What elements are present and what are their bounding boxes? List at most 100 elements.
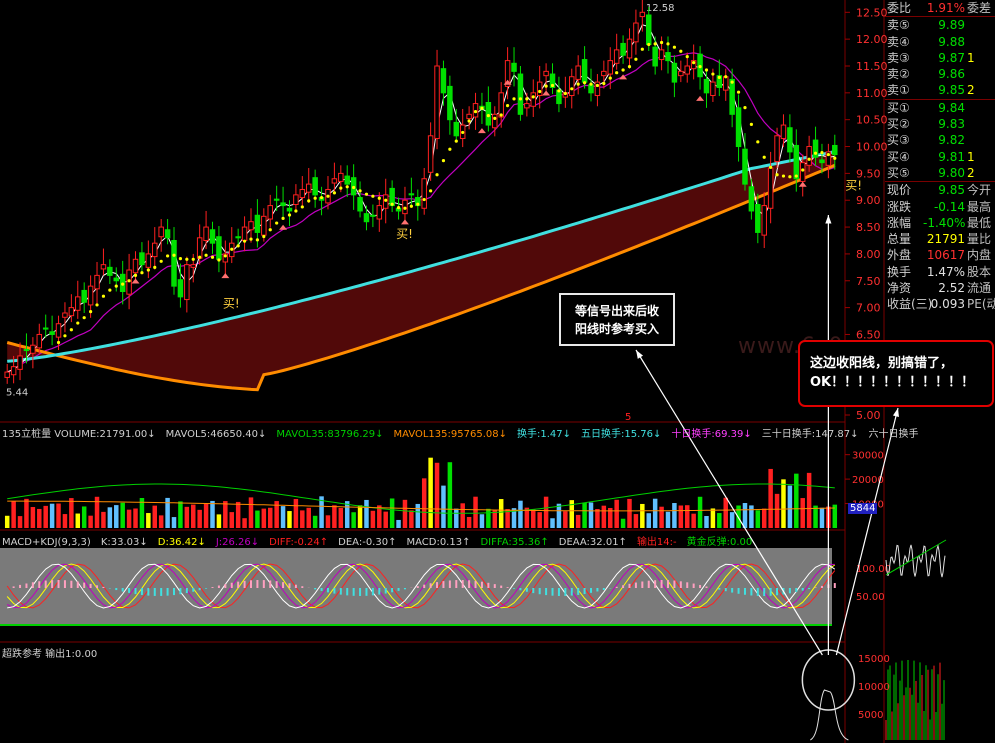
- volume-bar: [255, 510, 260, 528]
- candle-body: [684, 65, 690, 75]
- volume-bar: [126, 509, 132, 528]
- volume-bar: [261, 508, 267, 528]
- ma-dot: [198, 255, 202, 259]
- volume-bar: [293, 499, 299, 528]
- ma-dot: [711, 72, 715, 76]
- volume-bar: [364, 499, 369, 528]
- macd-histogram-bar: [416, 586, 419, 588]
- ma-dot: [506, 103, 510, 108]
- ma-dot: [550, 83, 555, 88]
- candle-body: [453, 121, 460, 137]
- macd-histogram-bar: [359, 588, 362, 596]
- quote-row: 买① 9.84: [885, 100, 995, 116]
- candle-body: [273, 198, 280, 201]
- ma-dot: [377, 196, 381, 200]
- macd-histogram-bar: [76, 581, 79, 588]
- quote-row: 换手 1.47% 股本: [885, 264, 995, 280]
- ma-dot: [319, 195, 324, 200]
- quote-label: 买③: [887, 133, 910, 148]
- quote-value: 10617: [926, 248, 965, 263]
- candle-body: [678, 70, 684, 77]
- candle-body: [196, 237, 203, 259]
- price-tick-label: 5.00: [856, 409, 881, 422]
- volume-bar: [819, 507, 825, 528]
- ma-dot: [416, 202, 420, 206]
- macd-histogram-bar: [538, 588, 541, 595]
- candle-body: [75, 296, 81, 311]
- candle-body: [601, 70, 607, 77]
- macd-histogram-bar: [814, 587, 817, 588]
- candle-body: [267, 205, 273, 220]
- candle-body: [761, 205, 767, 236]
- candle-body: [81, 289, 87, 303]
- macd-histogram-bar: [480, 581, 483, 588]
- quote-label: 买①: [887, 100, 910, 115]
- ma-dot: [89, 310, 93, 314]
- volume-bar: [178, 501, 183, 528]
- indicator-value: MACD+KDJ(9,3,3): [2, 537, 91, 548]
- ma-dot: [724, 75, 728, 79]
- macd-histogram-bar: [442, 581, 445, 588]
- macd-histogram-bar: [166, 588, 169, 596]
- buy-arrow-icon: [477, 128, 486, 134]
- candle-body: [312, 177, 318, 196]
- candle-body: [492, 113, 498, 129]
- volume-tick-label: 30000: [852, 451, 884, 462]
- macd-histogram-bar: [314, 588, 317, 590]
- macd-histogram-bar: [615, 586, 618, 588]
- ma-dot: [114, 284, 118, 288]
- ma-dot: [223, 254, 227, 258]
- ma-dot: [422, 197, 426, 202]
- candle-body: [30, 344, 36, 354]
- macd-histogram-bar: [352, 588, 355, 596]
- macd-histogram-bar: [487, 582, 490, 588]
- macd-histogram-bar: [519, 588, 522, 591]
- ma-dot: [371, 194, 375, 198]
- quote-extra: 流通: [967, 281, 992, 296]
- macd-histogram-bar: [429, 583, 432, 588]
- volume-bar: [370, 510, 376, 528]
- quote-value: 1.91%: [926, 1, 965, 15]
- candle-body: [17, 355, 23, 370]
- ma-dot: [217, 258, 221, 262]
- macd-histogram-bar: [461, 580, 464, 588]
- volume-bar: [242, 518, 247, 528]
- ma-dot: [557, 89, 561, 93]
- volume-bar: [441, 485, 446, 528]
- macd-histogram-bar: [275, 581, 278, 588]
- quote-value: 1.47%: [926, 264, 965, 279]
- indicator-value: 黄金反弹:0.00: [686, 537, 753, 548]
- macd-histogram-bar: [647, 580, 650, 588]
- volume-bar: [601, 505, 607, 528]
- macd-histogram-bar: [699, 584, 702, 588]
- indicator-value: 十日换手:69.39↓: [671, 429, 752, 440]
- candle-body: [806, 146, 812, 166]
- indicator-value: D:36.42↓: [157, 537, 206, 548]
- quote-extra: 今开: [967, 183, 992, 198]
- candle-body: [248, 221, 254, 231]
- quote-row: 涨跌 -0.14 最高: [885, 199, 995, 215]
- ma-dot: [275, 221, 279, 225]
- quote-panel: 委比 1.91% 委差 卖⑤ 9.89 卖④ 9.88 卖③ 9.87 1 卖② 9.86 卖① 9.85…: [885, 0, 995, 311]
- ma-dot: [672, 45, 677, 49]
- macd-histogram-bar: [737, 588, 740, 594]
- indicator-value: J:26.26↓: [215, 537, 260, 548]
- quote-label: 买⑤: [887, 165, 910, 180]
- indicator-value: 六十日换手: [868, 429, 919, 440]
- volume-bar: [672, 503, 677, 528]
- macd-histogram-bar: [70, 580, 73, 588]
- candle-body: [543, 70, 549, 77]
- quote-row: 总量 21791 量比: [885, 231, 995, 247]
- warning-line1: 这边收阳线，别搞错了，: [810, 356, 954, 371]
- ma-dot: [441, 159, 446, 163]
- quote-row: 现价 9.85 今开: [885, 182, 995, 198]
- quote-row: 卖① 9.85 2: [885, 82, 995, 100]
- candle-body: [113, 277, 120, 282]
- macd-histogram-bar: [436, 582, 439, 588]
- ma-dot: [781, 174, 786, 178]
- candle-body: [575, 65, 581, 80]
- volume-bar: [563, 511, 568, 528]
- arrow-to-buy-callout-head: [636, 350, 644, 359]
- ma-dot: [826, 152, 830, 157]
- volume-bar: [383, 511, 388, 528]
